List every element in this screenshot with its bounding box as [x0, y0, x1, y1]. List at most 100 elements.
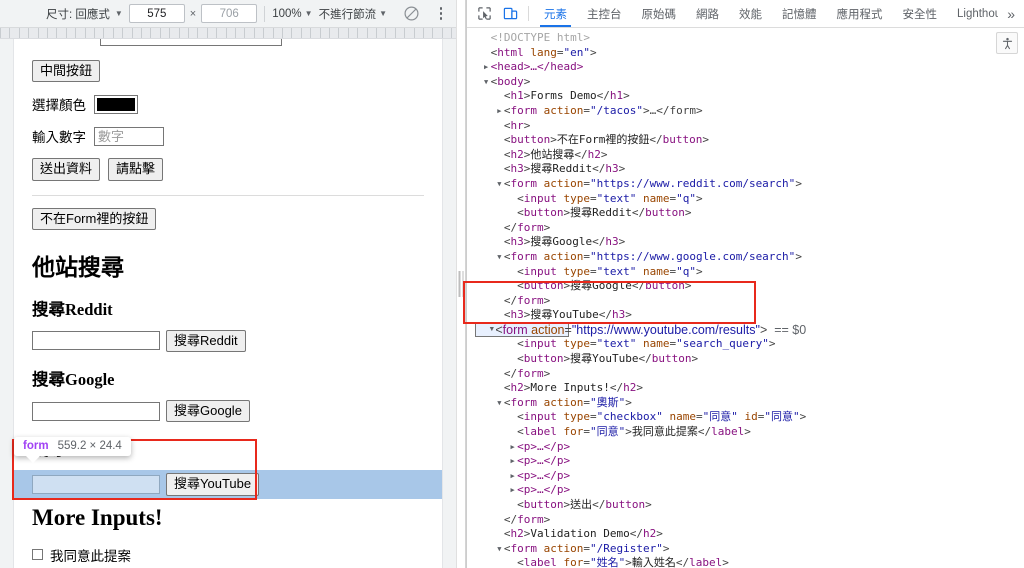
throttling-label[interactable]: 不進行節流 [319, 6, 377, 22]
expand-arrow-icon[interactable] [488, 323, 495, 338]
textarea-partial[interactable] [100, 39, 282, 46]
dom-node[interactable]: <!DOCTYPE html> [475, 31, 1024, 46]
dom-node[interactable]: <form action="/tacos">…</form> [475, 104, 1024, 119]
dimension-separator: × [189, 7, 197, 20]
collapse-arrow-icon[interactable] [482, 60, 491, 75]
dom-node[interactable]: </form > [475, 367, 1024, 382]
click-me-button[interactable]: 請點擊 [108, 158, 164, 181]
dom-node[interactable]: < html lang = "en" > [475, 46, 1024, 61]
toolbar-divider [528, 6, 529, 21]
dom-node[interactable]: <body> [475, 75, 1024, 90]
number-input[interactable] [94, 126, 164, 146]
viewport-ruler [0, 28, 456, 39]
dom-node-selected[interactable]: <form action="https://www.youtube.com/re… [475, 322, 806, 338]
expand-arrow-icon[interactable] [495, 542, 504, 557]
throttling-caret-icon[interactable]: ▼ [379, 9, 387, 18]
dom-node[interactable]: < h3 > 搜尋Google </h3 > [475, 235, 1024, 250]
dom-node[interactable]: < input type = "checkbox" name = "同意" id = "同意"… [475, 410, 1024, 425]
device-size-label[interactable]: 尺寸: 回應式 [46, 6, 110, 22]
elements-tree-panel[interactable]: <!DOCTYPE html> <html lang="en"> <head>…… [467, 28, 1024, 568]
tab-應用程式[interactable]: 應用程式 [827, 0, 893, 27]
panel-resize-handle[interactable] [456, 0, 466, 568]
agree-checkbox[interactable] [32, 549, 43, 560]
dom-node[interactable]: <p>…</p> [475, 440, 1024, 455]
page-divider [32, 194, 424, 196]
dom-node[interactable]: < h3 > 搜尋Reddit </h3 > [475, 162, 1024, 177]
more-options-icon[interactable] [432, 7, 450, 20]
emulated-viewport: 中間按鈕 選擇顏色 輸入數字 送出資料 請點擊 [0, 39, 456, 568]
submit-data-button[interactable]: 送出資料 [32, 158, 101, 181]
youtube-search-form-highlighted[interactable]: 搜尋YouTube [14, 470, 442, 499]
devtools-tab-bar: 元素主控台原始碼網路效能記憶體應用程式安全性LighthouseRecorder… [534, 0, 998, 27]
outside-form-button[interactable]: 不在Form裡的按鈕 [32, 207, 157, 230]
dom-node[interactable]: < button > 搜尋Reddit </button > [475, 206, 1024, 221]
inspect-element-icon[interactable] [471, 0, 497, 27]
dom-node[interactable]: < h2 > Validation Demo </h2 > [475, 527, 1024, 542]
dom-node[interactable]: < button > 搜尋YouTube </button > [475, 352, 1024, 367]
dom-node[interactable]: <p>…</p> [475, 483, 1024, 498]
youtube-search-input[interactable] [32, 474, 160, 494]
tab-原始碼[interactable]: 原始碼 [632, 0, 687, 27]
viewport-height-input[interactable] [201, 4, 258, 23]
dom-node[interactable]: < h3 > 搜尋YouTube </h3 > [475, 308, 1024, 323]
tab-效能[interactable]: 效能 [729, 0, 772, 27]
tab-記憶體[interactable]: 記憶體 [772, 0, 827, 27]
dom-node[interactable]: < input type = "text" name = "search_query" > [475, 337, 1024, 352]
color-picker-input[interactable] [94, 94, 138, 114]
dom-node[interactable]: <form action="/Register"> [475, 542, 1024, 557]
dom-node[interactable]: < input type = "text" name = "q" > [475, 265, 1024, 280]
tab-label: 安全性 [902, 8, 938, 21]
dom-node[interactable]: < button > 送出 </button > [475, 498, 1024, 513]
collapse-arrow-icon[interactable] [508, 469, 517, 484]
dom-node[interactable]: < button > 搜尋Google </button > [475, 279, 1024, 294]
dom-node[interactable]: < h2 > 他站搜尋 </h2 > [475, 148, 1024, 163]
dom-node[interactable]: < h1 > Forms Demo </h1 > [475, 89, 1024, 104]
reddit-search-input[interactable] [32, 331, 160, 351]
dom-node[interactable]: <head>…</head> [475, 60, 1024, 75]
middle-button[interactable]: 中間按鈕 [32, 60, 101, 83]
dom-node[interactable]: </form > [475, 294, 1024, 309]
dom-node[interactable]: <form action="https://www.google.com/sea… [475, 250, 1024, 265]
more-tabs-icon[interactable]: » [998, 0, 1024, 27]
zoom-level-label[interactable]: 100% [272, 8, 301, 20]
youtube-search-button[interactable]: 搜尋YouTube [166, 473, 260, 496]
tab-元素[interactable]: 元素 [534, 0, 577, 27]
expand-arrow-icon[interactable] [495, 250, 504, 265]
collapse-arrow-icon[interactable] [508, 483, 517, 498]
tab-安全性[interactable]: 安全性 [893, 0, 948, 27]
dom-node[interactable]: < label for = "姓名" > 輸入姓名 </label > [475, 556, 1024, 568]
google-search-input[interactable] [32, 401, 160, 421]
dom-node[interactable]: </form > [475, 513, 1024, 528]
dom-node[interactable]: < label for = "同意" > 我同意此提案 </label > [475, 425, 1024, 440]
expand-arrow-icon[interactable] [495, 177, 504, 192]
expand-arrow-icon[interactable] [495, 396, 504, 411]
tab-網路[interactable]: 網路 [686, 0, 729, 27]
dom-node[interactable]: < h2 > More Inputs! </h2 > [475, 381, 1024, 396]
collapse-arrow-icon[interactable] [508, 440, 517, 455]
dom-tree[interactable]: <!DOCTYPE html> <html lang="en"> <head>…… [467, 28, 1024, 568]
collapse-arrow-icon[interactable] [508, 454, 517, 469]
viewport-width-input[interactable] [128, 4, 185, 23]
dom-node[interactable]: <p>…</p> [475, 454, 1024, 469]
collapse-arrow-icon[interactable] [495, 104, 504, 119]
dom-node[interactable]: </form > [475, 221, 1024, 236]
expand-arrow-icon[interactable] [482, 75, 491, 90]
agree-checkbox-label[interactable]: 我同意此提案 [50, 545, 131, 565]
no-throttling-icon[interactable] [403, 5, 420, 22]
tab-label: 主控台 [587, 8, 622, 21]
google-search-button[interactable]: 搜尋Google [166, 400, 250, 423]
device-size-caret-icon[interactable]: ▼ [115, 9, 123, 18]
accessibility-icon[interactable] [996, 32, 1018, 54]
tooltip-dimensions: 559.2 × 24.4 [57, 440, 122, 452]
toggle-device-toolbar-icon[interactable] [497, 0, 523, 27]
dom-node[interactable]: < hr > [475, 119, 1024, 134]
tab-主控台[interactable]: 主控台 [577, 0, 632, 27]
dom-node[interactable]: <p>…</p> [475, 469, 1024, 484]
dom-node[interactable]: <form action="奧斯"> [475, 396, 1024, 411]
dom-node[interactable]: < button > 不在Form裡的按鈕 </button > [475, 133, 1024, 148]
tab-Lighthouse[interactable]: Lighthouse [947, 0, 998, 27]
dom-node[interactable]: < input type = "text" name = "q" > [475, 192, 1024, 207]
dom-node[interactable]: <form action="https://www.reddit.com/sea… [475, 177, 1024, 192]
reddit-search-button[interactable]: 搜尋Reddit [166, 329, 246, 352]
zoom-caret-icon[interactable]: ▼ [305, 9, 313, 18]
